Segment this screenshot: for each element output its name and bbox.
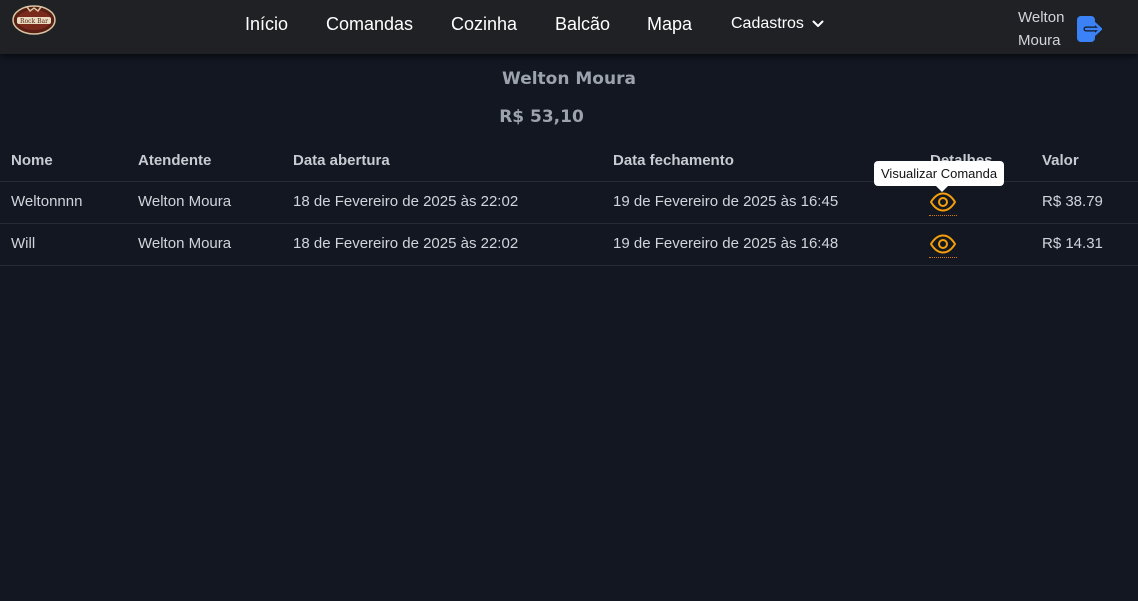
header-atendente: Atendente xyxy=(138,152,212,169)
cell-data-fechamento: 19 de Fevereiro de 2025 às 16:45 xyxy=(613,193,839,210)
tooltip-arrow xyxy=(936,186,948,192)
nav-dropdown-label: Cadastros xyxy=(731,14,804,32)
cell-data-fechamento: 19 de Fevereiro de 2025 às 16:48 xyxy=(613,235,839,252)
navbar: Rock Bar Início Comandas Cozinha Balcão … xyxy=(0,0,1138,54)
nav-link-mapa[interactable]: Mapa xyxy=(647,14,692,34)
logo-text: Rock Bar xyxy=(20,18,48,25)
cell-atendente: Welton Moura xyxy=(138,193,232,210)
user-name: Welton Moura xyxy=(1018,9,1065,49)
nav-link-cozinha[interactable]: Cozinha xyxy=(451,14,517,34)
logout-icon[interactable] xyxy=(1076,15,1104,43)
header-data-fechamento: Data fechamento xyxy=(613,152,734,169)
cell-valor: R$ 14.31 xyxy=(1042,235,1103,252)
summary-total: R$ 53,10 xyxy=(499,107,584,127)
cell-atendente: Welton Moura xyxy=(138,235,232,252)
eye-icon[interactable] xyxy=(929,233,957,258)
summary-user-name: Welton Moura xyxy=(502,69,636,89)
cell-nome: Weltonnnn xyxy=(11,193,83,210)
cell-data-abertura: 18 de Fevereiro de 2025 às 22:02 xyxy=(293,193,519,210)
tooltip-visualizar-comanda: Visualizar Comanda xyxy=(874,161,1005,186)
header-valor: Valor xyxy=(1042,152,1079,169)
header-nome: Nome xyxy=(11,152,53,169)
cell-data-abertura: 18 de Fevereiro de 2025 às 22:02 xyxy=(293,235,519,252)
cell-valor: R$ 38.79 xyxy=(1042,193,1103,210)
eye-icon[interactable] xyxy=(929,191,957,216)
nav-link-balcao[interactable]: Balcão xyxy=(555,14,610,34)
cell-nome: Will xyxy=(11,235,36,252)
chevron-down-icon xyxy=(812,15,824,33)
brand-logo[interactable]: Rock Bar xyxy=(12,3,56,35)
comandas-table: Nome Atendente Data abertura Data fecham… xyxy=(0,141,1138,266)
nav-link-comandas[interactable]: Comandas xyxy=(326,14,413,34)
table-row: Weltonnnn Welton Moura 18 de Fevereiro d… xyxy=(0,182,1138,224)
table-row: Will Welton Moura 18 de Fevereiro de 202… xyxy=(0,224,1138,266)
nav-link-inicio[interactable]: Início xyxy=(245,14,288,34)
nav-dropdown-cadastros[interactable]: Cadastros xyxy=(731,14,824,33)
header-data-abertura: Data abertura xyxy=(293,152,390,169)
